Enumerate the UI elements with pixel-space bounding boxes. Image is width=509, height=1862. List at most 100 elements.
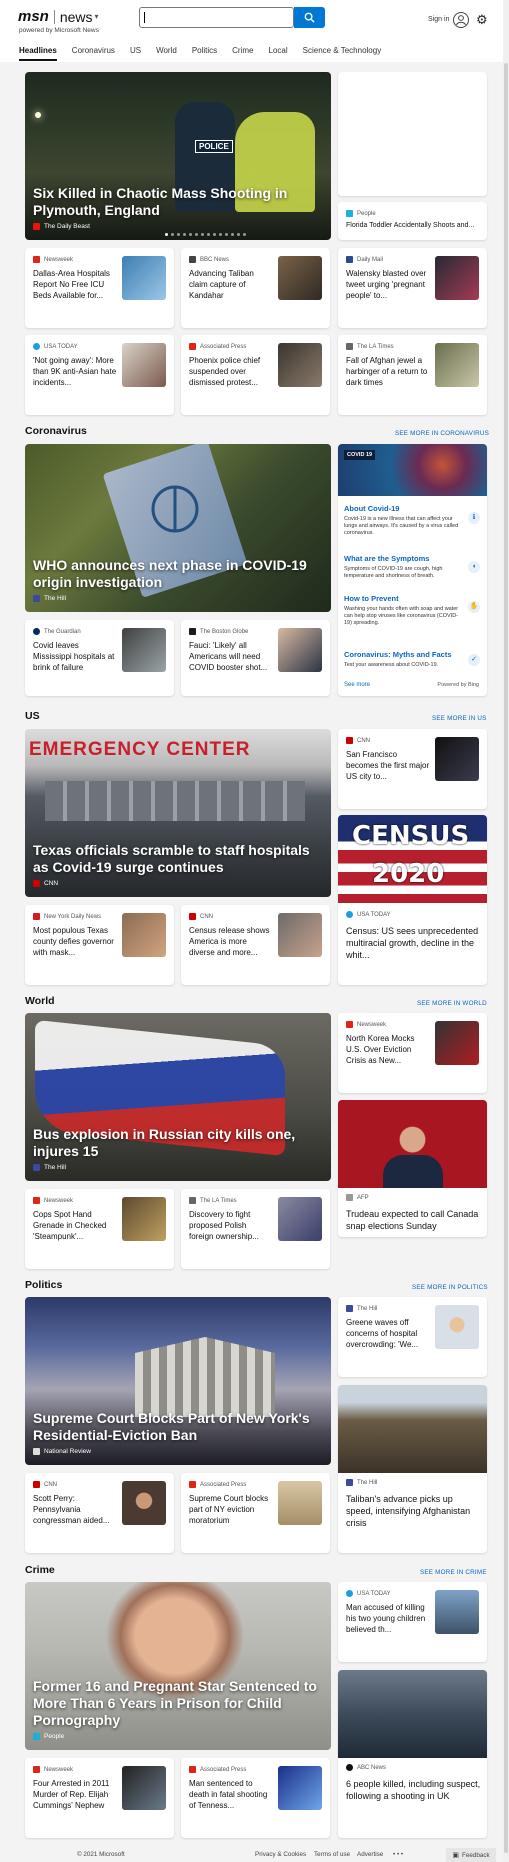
- covid-item-prevent[interactable]: How to Prevent Washing your hands often …: [344, 594, 464, 627]
- news-card[interactable]: The Hill Greene waves off concerns of ho…: [338, 1297, 487, 1377]
- covid-item-title[interactable]: About Covid-19: [344, 504, 464, 513]
- page-scrollbar[interactable]: [503, 0, 509, 1862]
- story-title[interactable]: Taliban's advance picks up speed, intens…: [346, 1493, 481, 1529]
- story-title[interactable]: Scott Perry: Pennsylvania congressman ai…: [33, 1493, 117, 1526]
- news-card[interactable]: New York Daily News Most populous Texas …: [25, 905, 174, 985]
- story-title[interactable]: Supreme Court blocks part of NY eviction…: [189, 1493, 273, 1526]
- us-hero-card[interactable]: EMERGENCY CENTER Texas officials scrambl…: [25, 729, 331, 897]
- news-card[interactable]: CNN Scott Perry: Pennsylvania congressma…: [25, 1473, 174, 1553]
- covid-item-myths[interactable]: Coronavirus: Myths and Facts Test your a…: [344, 650, 464, 669]
- privacy-link[interactable]: Privacy & Cookies: [255, 1851, 306, 1858]
- side-story-card[interactable]: People Florida Toddler Accidentally Shoo…: [338, 202, 487, 240]
- news-card[interactable]: The LA Times Fall of Afghan jewel a harb…: [338, 335, 487, 415]
- chevron-down-icon[interactable]: ▾: [95, 12, 99, 21]
- hero-title[interactable]: Supreme Court Blocks Part of New York's …: [33, 1410, 321, 1444]
- feedback-button[interactable]: ▣ Feedback: [446, 1848, 496, 1862]
- hero-title[interactable]: WHO announces next phase in COVID-19 ori…: [33, 557, 321, 591]
- story-title[interactable]: San Francisco becomes the first major US…: [346, 749, 430, 782]
- news-card[interactable]: Associated Press Supreme Court blocks pa…: [181, 1473, 330, 1553]
- gear-icon[interactable]: ⚙: [476, 13, 488, 27]
- story-title[interactable]: Most populous Texas county defies govern…: [33, 925, 117, 958]
- carousel-dots[interactable]: [165, 233, 246, 236]
- covid-item-about[interactable]: About Covid-19 Covid-19 is a new illness…: [344, 504, 464, 537]
- tab-headlines[interactable]: Headlines: [19, 46, 57, 61]
- tab-science-technology[interactable]: Science & Technology: [303, 46, 382, 61]
- sign-in-link[interactable]: Sign in: [428, 16, 449, 23]
- news-card[interactable]: Newsweek Dallas-Area Hospitals Report No…: [25, 248, 174, 328]
- news-card[interactable]: Newsweek North Korea Mocks U.S. Over Evi…: [338, 1013, 487, 1093]
- top-hero-card[interactable]: POLICE Six Killed in Chaotic Mass Shooti…: [25, 72, 331, 240]
- search-input[interactable]: [140, 9, 266, 28]
- hero-title[interactable]: Texas officials scramble to staff hospit…: [33, 842, 321, 876]
- news-card[interactable]: The Boston Globe Fauci: 'Likely' all Ame…: [181, 620, 330, 696]
- covid-item-symptoms[interactable]: What are the Symptoms Symptoms of COVID-…: [344, 554, 464, 580]
- news-card[interactable]: USA TODAY Man accused of killing his two…: [338, 1582, 487, 1662]
- tab-us[interactable]: US: [130, 46, 141, 61]
- scrollbar-thumb[interactable]: [504, 63, 508, 1853]
- see-more-coronavirus-link[interactable]: SEE MORE IN CORONAVIRUS: [395, 430, 489, 437]
- news-card[interactable]: The Guardian Covid leaves Mississippi ho…: [25, 620, 174, 696]
- story-title[interactable]: Walensky blasted over tweet urging 'preg…: [346, 268, 430, 301]
- story-title[interactable]: Census release shows America is more div…: [189, 925, 273, 958]
- taliban-card[interactable]: The Hill Taliban's advance picks up spee…: [338, 1385, 487, 1553]
- news-card[interactable]: BBC News Advancing Taliban claim capture…: [181, 248, 330, 328]
- hero-title[interactable]: Six Killed in Chaotic Mass Shooting in P…: [33, 185, 321, 219]
- story-title[interactable]: Covid leaves Mississippi hospitals at br…: [33, 640, 117, 673]
- more-options-icon[interactable]: • • •: [393, 1851, 403, 1858]
- tab-coronavirus[interactable]: Coronavirus: [72, 46, 115, 61]
- terms-link[interactable]: Terms of use: [314, 1851, 350, 1858]
- tab-politics[interactable]: Politics: [192, 46, 217, 61]
- tab-world[interactable]: World: [156, 46, 177, 61]
- story-title[interactable]: Census: US sees unprecedented multiracia…: [346, 925, 481, 961]
- news-card[interactable]: CNN Census release shows America is more…: [181, 905, 330, 985]
- story-title[interactable]: 'Not going away': More than 9K anti-Asia…: [33, 355, 117, 388]
- story-title[interactable]: Phoenix police chief suspended over dism…: [189, 355, 273, 388]
- covid-item-title[interactable]: Coronavirus: Myths and Facts: [344, 650, 464, 659]
- tab-local[interactable]: Local: [269, 46, 288, 61]
- story-title[interactable]: Four Arrested in 2011 Murder of Rep. Eli…: [33, 1778, 117, 1811]
- story-title[interactable]: Trudeau expected to call Canada snap ele…: [346, 1208, 481, 1232]
- msn-logo[interactable]: msn news ▾: [18, 8, 99, 25]
- story-title[interactable]: North Korea Mocks U.S. Over Eviction Cri…: [346, 1033, 430, 1066]
- story-title[interactable]: Fall of Afghan jewel a harbinger of a re…: [346, 355, 430, 388]
- covid-see-more-link[interactable]: See more: [344, 682, 370, 688]
- covid-item-title[interactable]: How to Prevent: [344, 594, 464, 603]
- story-title[interactable]: Dallas-Area Hospitals Report No Free ICU…: [33, 268, 117, 301]
- news-card[interactable]: CNN San Francisco becomes the first majo…: [338, 729, 487, 809]
- story-title[interactable]: Discovery to fight proposed Polish forei…: [189, 1209, 273, 1242]
- story-title[interactable]: Florida Toddler Accidentally Shoots and.…: [346, 220, 479, 231]
- story-title[interactable]: Man sentenced to death in fatal shooting…: [189, 1778, 273, 1811]
- avatar-icon[interactable]: [453, 12, 469, 28]
- news-card[interactable]: Associated Press Phoenix police chief su…: [181, 335, 330, 415]
- story-title[interactable]: Cops Spot Hand Grenade in Checked 'Steam…: [33, 1209, 117, 1242]
- crime-hero-card[interactable]: Former 16 and Pregnant Star Sentenced to…: [25, 1582, 331, 1750]
- abc-news-card[interactable]: ABC News 6 people killed, including susp…: [338, 1670, 487, 1838]
- story-title[interactable]: Advancing Taliban claim capture of Kanda…: [189, 268, 273, 301]
- see-more-crime-link[interactable]: SEE MORE IN CRIME: [420, 1569, 487, 1576]
- politics-hero-card[interactable]: Supreme Court Blocks Part of New York's …: [25, 1297, 331, 1465]
- news-card[interactable]: Newsweek Four Arrested in 2011 Murder of…: [25, 1758, 174, 1838]
- search-button[interactable]: [294, 7, 325, 28]
- census-card[interactable]: CENSUS 2020 USA TODAY Census: US sees un…: [338, 815, 487, 985]
- story-title[interactable]: Fauci: 'Likely' all Americans will need …: [189, 640, 273, 673]
- search-box[interactable]: [139, 7, 294, 28]
- news-card[interactable]: Daily Mail Walensky blasted over tweet u…: [338, 248, 487, 328]
- world-hero-card[interactable]: Bus explosion in Russian city kills one,…: [25, 1013, 331, 1181]
- coronavirus-hero-card[interactable]: WHO announces next phase in COVID-19 ori…: [25, 444, 331, 612]
- hero-title[interactable]: Former 16 and Pregnant Star Sentenced to…: [33, 1678, 321, 1729]
- hero-title[interactable]: Bus explosion in Russian city kills one,…: [33, 1126, 321, 1160]
- tab-crime[interactable]: Crime: [232, 46, 253, 61]
- see-more-us-link[interactable]: SEE MORE IN US: [432, 715, 487, 722]
- see-more-politics-link[interactable]: SEE MORE IN POLITICS: [412, 1284, 488, 1291]
- news-card[interactable]: Newsweek Cops Spot Hand Grenade in Check…: [25, 1189, 174, 1269]
- story-title[interactable]: Man accused of killing his two young chi…: [346, 1602, 430, 1635]
- story-title[interactable]: 6 people killed, including suspect, foll…: [346, 1778, 481, 1802]
- news-card[interactable]: Associated Press Man sentenced to death …: [181, 1758, 330, 1838]
- see-more-world-link[interactable]: SEE MORE IN WORLD: [417, 1000, 487, 1007]
- news-card[interactable]: USA TODAY 'Not going away': More than 9K…: [25, 335, 174, 415]
- trudeau-card[interactable]: AFP Trudeau expected to call Canada snap…: [338, 1100, 487, 1237]
- news-card[interactable]: The LA Times Discovery to fight proposed…: [181, 1189, 330, 1269]
- product-name[interactable]: news: [60, 9, 93, 25]
- story-title[interactable]: Greene waves off concerns of hospital ov…: [346, 1317, 430, 1350]
- advertise-link[interactable]: Advertise: [357, 1851, 383, 1858]
